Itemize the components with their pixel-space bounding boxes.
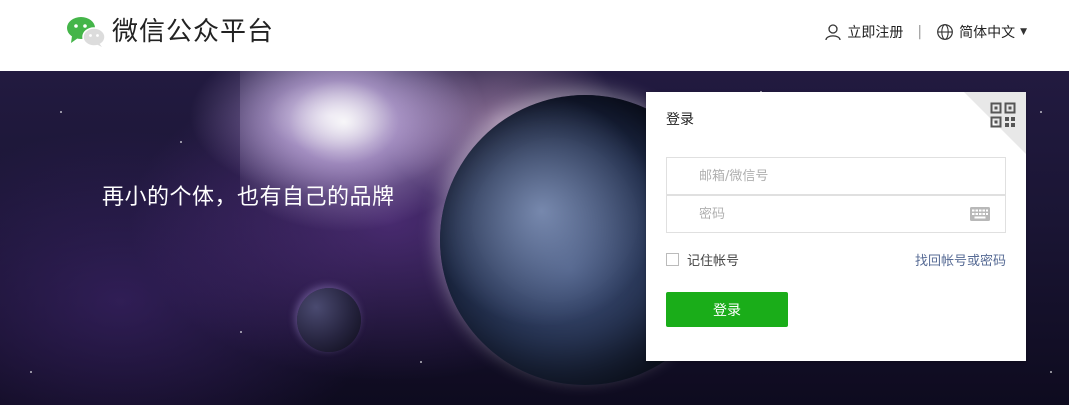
star: [1050, 371, 1052, 373]
register-link[interactable]: 立即注册: [824, 22, 903, 42]
star: [1040, 111, 1042, 113]
remember-account[interactable]: 记住帐号: [666, 250, 739, 269]
header-actions: 立即注册 | 简体中文 ▼: [824, 20, 1027, 44]
wechat-logo-icon[interactable]: [66, 16, 106, 48]
account-field: [666, 157, 1006, 195]
password-input[interactable]: [697, 205, 961, 223]
register-label: 立即注册: [847, 25, 904, 41]
login-panel: 登录 记住帐号 找回帐号或密码 登录: [646, 92, 1026, 361]
star: [30, 371, 32, 373]
password-field: [666, 195, 1006, 233]
star: [180, 141, 182, 143]
small-planet-image: [297, 288, 361, 352]
account-input[interactable]: [697, 167, 961, 185]
top-header: 微信公众平台 立即注册 | 简体中文 ▼: [0, 0, 1069, 71]
language-selector[interactable]: 简体中文 ▼: [936, 22, 1027, 42]
brand-title: 微信公众平台: [112, 17, 275, 47]
slogan: 再小的个体，也有自己的品牌: [102, 185, 395, 210]
language-label: 简体中文: [959, 25, 1016, 41]
star: [420, 361, 422, 363]
login-button[interactable]: 登录: [666, 292, 788, 327]
header-separator: |: [917, 24, 923, 40]
qr-code-icon[interactable]: [990, 102, 1016, 128]
star: [60, 111, 62, 113]
forgot-link[interactable]: 找回帐号或密码: [915, 250, 1006, 269]
chevron-down-icon: ▼: [1020, 27, 1027, 37]
remember-checkbox[interactable]: [666, 253, 679, 266]
login-title: 登录: [666, 112, 694, 128]
user-icon: [825, 24, 842, 41]
remember-label: 记住帐号: [687, 254, 740, 269]
globe-icon: [937, 24, 953, 40]
keyboard-icon[interactable]: [970, 207, 990, 221]
star: [240, 331, 242, 333]
